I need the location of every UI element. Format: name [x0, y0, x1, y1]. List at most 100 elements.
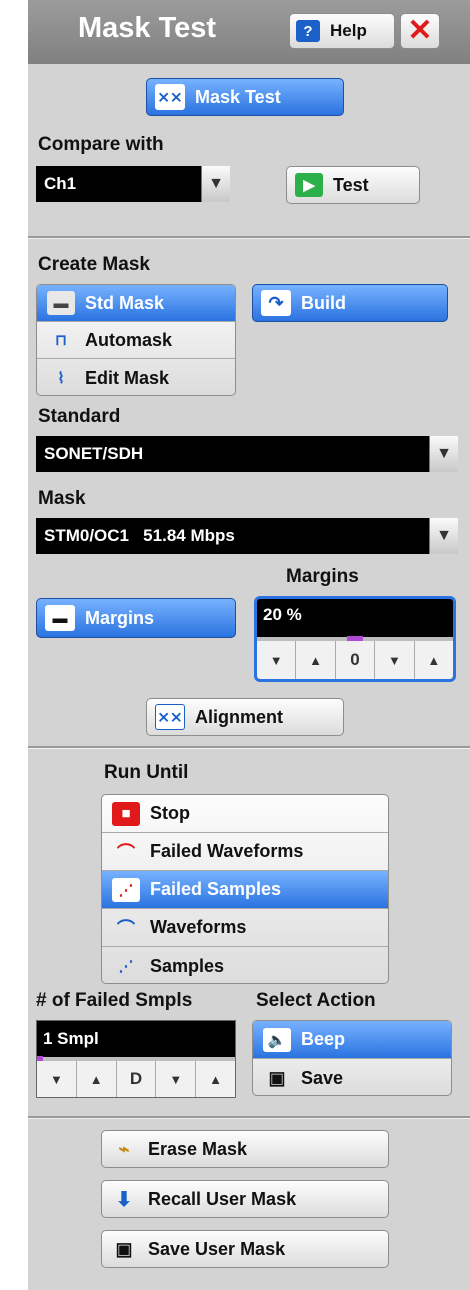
compare-with-label: Compare with	[38, 134, 164, 155]
mask-test-label: Mask Test	[195, 86, 281, 107]
save-user-mask-label: Save User Mask	[148, 1238, 286, 1259]
recall-arrow-icon: ⬇	[115, 1188, 133, 1211]
automask-option[interactable]: ⊓ Automask	[37, 322, 235, 359]
alignment-label: Alignment	[195, 706, 283, 727]
floppy-disk-icon: ▣	[268, 1067, 286, 1088]
standard-select[interactable]: SONET/SDH ▼	[36, 436, 458, 472]
select-action-label: Select Action	[256, 990, 376, 1011]
automask-icon: ⊓	[55, 332, 67, 349]
save-user-mask-button[interactable]: ▣ Save User Mask	[101, 1230, 389, 1268]
run-until-failed-samples[interactable]: ⋰ Failed Samples	[102, 871, 388, 909]
action-beep-label: Beep	[301, 1029, 346, 1049]
build-arrow-icon: ↷	[261, 290, 291, 316]
fine-down-icon[interactable]: ▼	[374, 641, 413, 679]
mask-select[interactable]: STM0/OC1 51.84 Mbps ▼	[36, 518, 458, 554]
divider	[28, 236, 470, 239]
mask-test-panel: Mask Test ? Help ✕ ⨯⨯ Mask Test Compare …	[28, 0, 470, 1290]
erase-mask-button[interactable]: ⌁ Erase Mask	[101, 1130, 389, 1168]
default-button[interactable]: D	[115, 1061, 156, 1097]
margins-value[interactable]: 20 %	[263, 605, 302, 625]
run-until-samples[interactable]: ⋰ Samples	[102, 947, 388, 983]
chevron-down-icon: ▼	[429, 436, 458, 472]
run-until-failed-waveforms[interactable]: ⌒ Failed Waveforms	[102, 833, 388, 871]
erase-mask-label: Erase Mask	[148, 1138, 248, 1159]
stop-icon: ■	[112, 801, 140, 826]
fine-up-icon[interactable]: ▲	[75, 1061, 116, 1097]
action-save-label: Save	[301, 1067, 344, 1088]
speaker-icon: 🔈	[263, 1027, 291, 1052]
edit-mask-label: Edit Mask	[85, 367, 170, 388]
close-icon: ✕	[407, 14, 433, 47]
std-mask-label: Std Mask	[85, 292, 165, 313]
run-until-options: ■ Stop ⌒ Failed Waveforms ⋰ Failed Sampl…	[101, 794, 389, 984]
reset-zero-button[interactable]: 0	[334, 641, 374, 679]
select-action-options: 🔈 Beep ▣ Save	[252, 1020, 452, 1096]
samples-icon: ⋰	[118, 958, 134, 975]
coarse-down-icon[interactable]: ▼	[257, 641, 295, 679]
run-until-stop-label: Stop	[150, 803, 190, 823]
build-label: Build	[301, 292, 346, 313]
std-mask-option[interactable]: ▬ Std Mask	[37, 285, 235, 322]
edit-mask-option[interactable]: ⌇ Edit Mask	[37, 359, 235, 395]
test-label: Test	[333, 174, 369, 195]
failed-smpls-control: 1 Smpl ▼ ▲ D ▼ ▲	[36, 1020, 236, 1098]
failed-samples-icon: ⋰	[112, 877, 140, 902]
run-until-waveforms-label: Waveforms	[150, 917, 247, 937]
alignment-button[interactable]: ⨯⨯ Alignment	[146, 698, 344, 736]
mask-icon: ⨯⨯	[155, 84, 185, 110]
failed-smpls-value[interactable]: 1 Smpl	[43, 1029, 99, 1049]
run-until-failed-samples-label: Failed Samples	[150, 879, 282, 899]
failed-smpls-label: # of Failed Smpls	[36, 990, 193, 1011]
build-button[interactable]: ↷ Build	[252, 284, 448, 322]
run-until-waveforms[interactable]: ⌒ Waveforms	[102, 909, 388, 947]
close-button[interactable]: ✕	[400, 13, 440, 49]
run-until-samples-label: Samples	[150, 955, 225, 976]
test-button[interactable]: ▶ Test	[286, 166, 420, 204]
mask-label: Mask	[38, 488, 86, 509]
margins-control: 20 % ▼ ▲ 0 ▼ ▲	[254, 596, 456, 682]
waveform-icon: ⌒	[117, 918, 135, 939]
chevron-down-icon: ▼	[201, 166, 230, 202]
chevron-down-icon: ▼	[429, 518, 458, 554]
mask-value: STM0/OC1 51.84 Mbps	[44, 526, 235, 545]
divider	[28, 1116, 470, 1119]
fine-down-icon[interactable]: ▼	[155, 1061, 195, 1097]
margins-heading: Margins	[286, 566, 359, 587]
run-until-failed-waveforms-label: Failed Waveforms	[150, 841, 304, 861]
mask-test-toggle[interactable]: ⨯⨯ Mask Test	[146, 78, 344, 116]
action-save[interactable]: ▣ Save	[253, 1059, 451, 1095]
help-book-icon: ?	[296, 20, 320, 42]
recall-user-mask-label: Recall User Mask	[148, 1188, 297, 1209]
compare-channel-select[interactable]: Ch1 ▼	[36, 166, 230, 202]
coarse-down-icon[interactable]: ▼	[37, 1061, 76, 1097]
standard-value: SONET/SDH	[44, 444, 144, 463]
edit-mask-icon: ⌇	[57, 370, 65, 387]
standard-label: Standard	[38, 406, 121, 427]
panel-title: Mask Test	[78, 12, 217, 44]
play-icon: ▶	[295, 173, 323, 197]
divider	[28, 746, 470, 749]
coarse-up-icon[interactable]: ▲	[413, 641, 453, 679]
help-label: Help	[330, 21, 367, 40]
automask-label: Automask	[85, 329, 173, 350]
margins-toggle[interactable]: ▬ Margins	[36, 598, 236, 638]
margins-icon: ▬	[45, 605, 75, 631]
run-until-label: Run Until	[104, 762, 189, 783]
std-mask-icon: ▬	[47, 291, 75, 315]
coarse-up-icon[interactable]: ▲	[195, 1061, 235, 1097]
failed-waveform-icon: ⌒	[117, 842, 135, 863]
action-beep[interactable]: 🔈 Beep	[253, 1021, 451, 1059]
run-until-stop[interactable]: ■ Stop	[102, 795, 388, 833]
margins-button-label: Margins	[85, 607, 155, 628]
failed-smpls-stepper: ▼ ▲ D ▼ ▲	[37, 1061, 235, 1097]
margins-stepper: ▼ ▲ 0 ▼ ▲	[257, 641, 453, 679]
alignment-icon: ⨯⨯	[155, 704, 185, 730]
broom-icon: ⌁	[118, 1138, 130, 1159]
floppy-disk-icon: ▣	[115, 1238, 133, 1259]
help-button[interactable]: ? Help	[289, 13, 395, 49]
fine-up-icon[interactable]: ▲	[295, 641, 334, 679]
create-mask-options: ▬ Std Mask ⊓ Automask ⌇ Edit Mask	[36, 284, 236, 396]
compare-channel-value: Ch1	[44, 174, 77, 193]
create-mask-label: Create Mask	[38, 254, 150, 275]
recall-user-mask-button[interactable]: ⬇ Recall User Mask	[101, 1180, 389, 1218]
